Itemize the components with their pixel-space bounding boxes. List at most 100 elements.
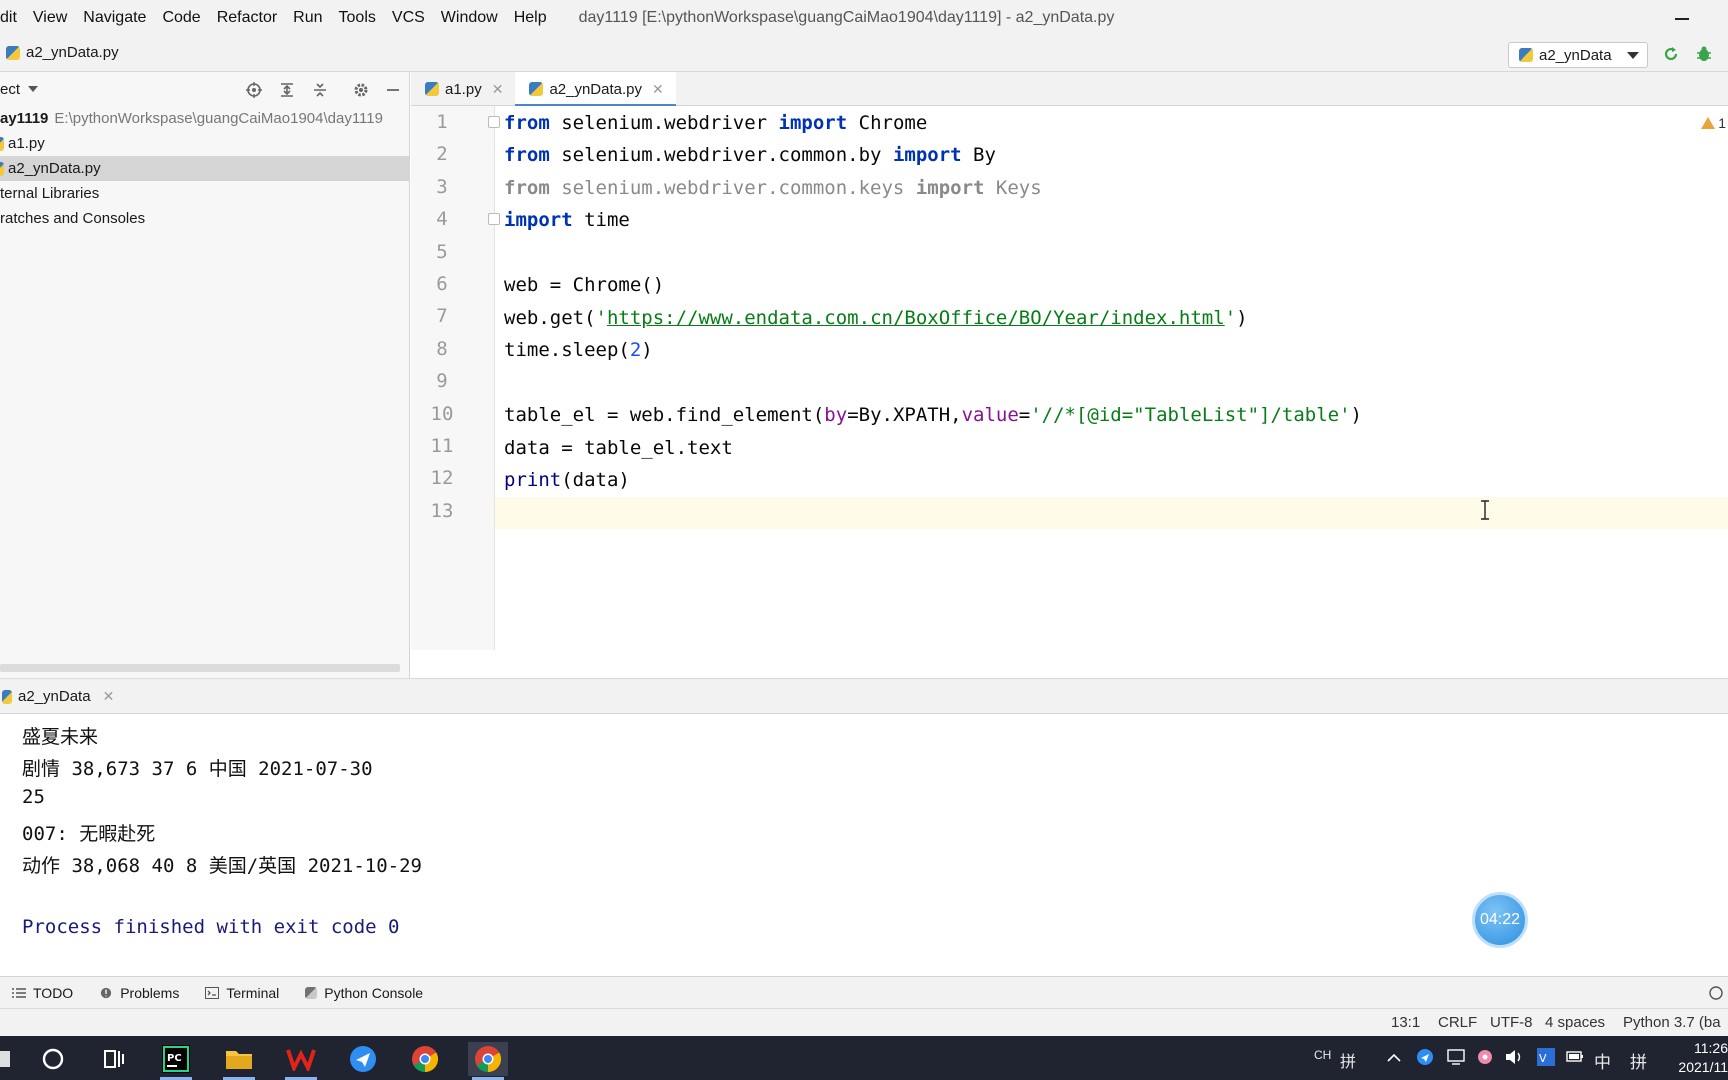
feishu-tray-icon[interactable]: [1416, 1048, 1434, 1066]
code-editor[interactable]: 1 2 3 4 5 6 7 8 9 10 11 12 13 from selenium.webdrive…: [411, 106, 1728, 650]
close-icon[interactable]: ✕: [492, 81, 504, 98]
editor-tabs: a1.py ✕ a2_ynData.py ✕: [411, 72, 1728, 107]
chrome-taskbar-icon[interactable]: [405, 1042, 445, 1076]
caret-position[interactable]: 13:1: [1391, 1014, 1420, 1031]
task-view-icon[interactable]: [93, 1042, 133, 1076]
indent-setting[interactable]: 4 spaces: [1545, 1014, 1605, 1031]
wps-taskbar-icon[interactable]: [281, 1042, 321, 1080]
python-run-config-icon: [1519, 48, 1533, 62]
windows-start-icon[interactable]: [0, 1042, 20, 1076]
url-link[interactable]: https://www.endata.com.cn/BoxOffice/BO/Y…: [607, 307, 1225, 329]
flower-tray-icon[interactable]: [1476, 1048, 1494, 1066]
toolwindow-label: TODO: [33, 984, 74, 1001]
project-view-label[interactable]: ect: [0, 81, 20, 98]
python-console-icon: [305, 986, 318, 999]
code-line: time.sleep(2): [504, 339, 653, 361]
system-clock[interactable]: 11:26 2021/11: [1664, 1039, 1728, 1077]
menu-edit[interactable]: dit: [0, 9, 25, 27]
hide-panel-icon[interactable]: [384, 81, 402, 99]
ime-mode-indicator[interactable]: 拼: [1630, 1048, 1647, 1073]
tree-item-project-root[interactable]: ay1119 E:\pythonWorkspase\guangCaiMao190…: [0, 106, 410, 131]
tree-item-scratches[interactable]: ratches and Consoles: [0, 206, 410, 231]
line-number: 1: [436, 111, 448, 133]
ime-indicator[interactable]: CH: [1314, 1048, 1331, 1062]
show-hidden-icons-icon[interactable]: [1386, 1050, 1402, 1064]
rerun-icon[interactable]: [1662, 45, 1680, 63]
gear-icon[interactable]: [352, 81, 370, 99]
chevron-down-icon[interactable]: [28, 86, 39, 92]
expand-all-icon[interactable]: [278, 81, 296, 99]
current-line-highlight: [411, 497, 1728, 529]
line-number: 10: [430, 402, 454, 425]
menu-vcs[interactable]: VCS: [384, 9, 433, 27]
menu-navigate[interactable]: Navigate: [75, 9, 154, 27]
chrome-active-taskbar-icon[interactable]: [468, 1042, 508, 1080]
code-line: from selenium.webdriver import Chrome: [504, 112, 928, 134]
ime-pinyin-indicator[interactable]: 拼: [1340, 1048, 1356, 1072]
tree-item-label: a1.py: [8, 135, 45, 152]
toolwindow-label: Terminal: [226, 984, 280, 1001]
vpn-tray-icon[interactable]: V: [1536, 1047, 1556, 1067]
menu-help[interactable]: Help: [506, 9, 555, 27]
battery-icon[interactable]: [1566, 1049, 1584, 1065]
code-line: from selenium.webdriver.common.by import…: [504, 144, 996, 166]
menu-refactor[interactable]: Refactor: [209, 9, 285, 27]
status-bar: 13:1 CRLF UTF-8 4 spaces Python 3.7 (ba: [0, 1008, 1728, 1036]
clock-time: 11:26: [1694, 1040, 1728, 1056]
terminal-icon: [205, 986, 220, 999]
volume-icon[interactable]: [1504, 1048, 1524, 1066]
menu-run[interactable]: Run: [285, 9, 330, 27]
line-number: 13: [430, 499, 454, 522]
toolwindow-label: Python Console: [324, 984, 424, 1001]
run-configuration-select[interactable]: a2_ynData: [1508, 42, 1648, 68]
run-console[interactable]: 盛夏未来 剧情 38,673 37 6 中国 2021-07-30 25 007…: [0, 714, 1728, 976]
line-separator[interactable]: CRLF: [1438, 1014, 1477, 1031]
menu-window[interactable]: Window: [433, 9, 506, 27]
inspection-widget[interactable]: 1: [1701, 115, 1726, 131]
tree-item-external-libraries[interactable]: ternal Libraries: [0, 181, 410, 206]
tab-run-a2-yndata[interactable]: a2_ynData ✕: [0, 688, 114, 705]
chevron-down-icon: [1627, 52, 1639, 59]
network-icon[interactable]: [1446, 1048, 1466, 1066]
collapse-all-icon[interactable]: [311, 81, 329, 99]
event-log-icon[interactable]: [1706, 984, 1728, 1002]
tab-a1-py[interactable]: a1.py ✕: [411, 72, 515, 106]
pycharm-taskbar-icon[interactable]: PC: [156, 1042, 196, 1080]
console-line: 盛夏未来: [22, 726, 99, 748]
menu-tools[interactable]: Tools: [331, 9, 384, 27]
line-number: 4: [436, 208, 448, 231]
language-indicator[interactable]: 中: [1594, 1048, 1611, 1073]
line-number: 5: [436, 240, 448, 263]
python-interpreter[interactable]: Python 3.7 (ba: [1623, 1014, 1721, 1031]
toolwindow-todo[interactable]: TODO: [12, 985, 73, 1001]
svg-text:V: V: [1539, 1052, 1547, 1065]
file-explorer-taskbar-icon[interactable]: [219, 1042, 259, 1080]
menu-view[interactable]: View: [25, 9, 75, 27]
tree-item-a2-yndata-py[interactable]: a2_ynData.py: [0, 156, 410, 181]
toolwindow-problems[interactable]: Problems: [99, 985, 179, 1001]
toolwindow-terminal[interactable]: Terminal: [205, 985, 279, 1001]
tab-a2-yndata-py[interactable]: a2_ynData.py ✕: [515, 72, 677, 107]
fold-marker-icon[interactable]: [488, 116, 500, 128]
file-encoding[interactable]: UTF-8: [1490, 1014, 1533, 1031]
python-file-icon: [0, 136, 4, 151]
recording-timer[interactable]: 04:22: [1472, 892, 1528, 948]
close-icon[interactable]: ✕: [652, 81, 664, 98]
toolwindow-python-console[interactable]: Python Console: [305, 985, 423, 1001]
console-line: 25: [22, 786, 45, 808]
feishu-taskbar-icon[interactable]: [343, 1042, 383, 1076]
locate-file-icon[interactable]: [245, 81, 263, 99]
breadcrumb[interactable]: a2_ynData.py: [6, 44, 119, 61]
menu-code[interactable]: Code: [154, 9, 208, 27]
console-line: 动作 38,068 40 8 美国/英国 2021-10-29: [22, 855, 422, 877]
search-icon[interactable]: [33, 1042, 73, 1076]
fold-marker-icon[interactable]: [488, 213, 500, 225]
debug-icon[interactable]: [1695, 45, 1713, 63]
tree-item-label: ratches and Consoles: [0, 210, 146, 227]
close-icon[interactable]: ✕: [103, 688, 115, 705]
clock-date: 2021/11: [1678, 1059, 1728, 1075]
menu-bar: dit View Navigate Code Refactor Run Tool…: [0, 0, 1728, 36]
tree-item-a1-py[interactable]: a1.py: [0, 131, 410, 156]
horizontal-scrollbar[interactable]: [0, 664, 400, 672]
minimize-button[interactable]: [1672, 8, 1692, 26]
